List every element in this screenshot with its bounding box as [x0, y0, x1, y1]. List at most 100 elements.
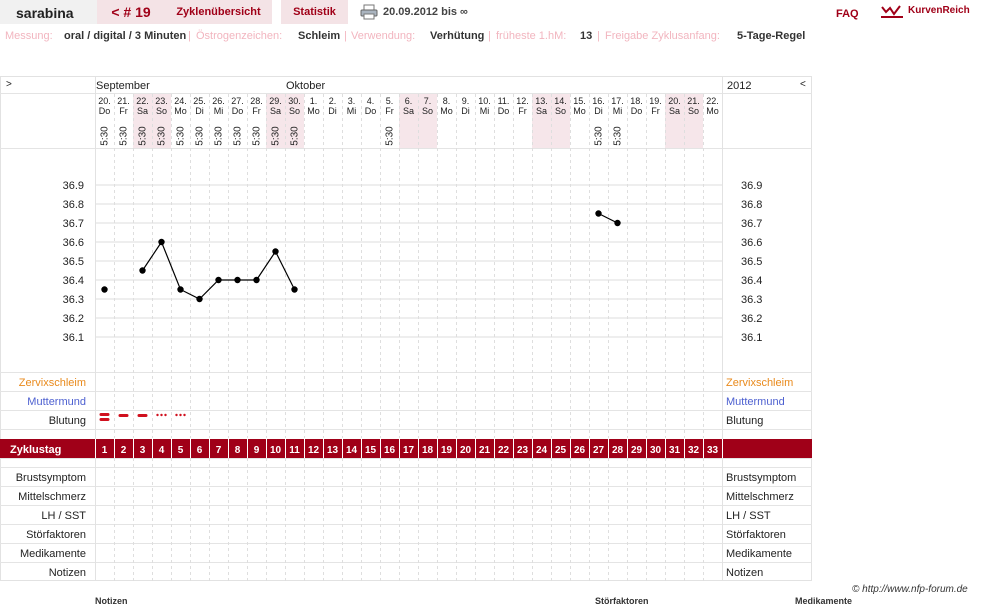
chart-frame — [0, 76, 812, 581]
day-date-label: 10. — [478, 96, 491, 106]
y-tick-right: 36.5 — [741, 256, 762, 268]
day-date-label: 1. — [310, 96, 318, 106]
y-tick-left: 36.2 — [63, 313, 84, 325]
earliest-label: früheste 1.hM: — [496, 30, 567, 42]
temperature-point — [234, 276, 241, 284]
day-weekday-label: Fr — [385, 106, 394, 116]
cycle-day-number: 22 — [498, 445, 510, 456]
cycle-day-number: 21 — [479, 445, 491, 456]
temperature-point — [196, 295, 203, 303]
y-tick-left: 36.8 — [63, 199, 84, 211]
day-date-label: 23. — [155, 96, 168, 106]
usage-value: Verhütung — [430, 30, 485, 42]
tab-statistics[interactable]: Statistik — [281, 0, 348, 24]
day-weekday-label: Do — [365, 106, 377, 116]
day-date-label: 30. — [288, 96, 301, 106]
day-date-label: 5. — [386, 96, 394, 106]
temperature-point — [272, 248, 279, 255]
day-date-label: 2. — [329, 96, 337, 106]
measure-time-label: 5:30 — [613, 126, 624, 146]
row-label-cervix: Zervixschleim — [19, 377, 86, 389]
brand-name: KurvenReich — [908, 5, 970, 16]
cycle-day-number: 27 — [593, 445, 605, 456]
cycle-day-number: 18 — [422, 445, 434, 456]
cycle-day-number: 30 — [650, 445, 662, 456]
day-weekday-label: Mi — [347, 106, 357, 116]
day-weekday-label: Fr — [119, 106, 128, 116]
cycle-day-number: 12 — [308, 445, 320, 456]
y-tick-left: 36.1 — [63, 332, 84, 344]
faq-link[interactable]: FAQ — [836, 8, 859, 20]
row-label-lh: LH / SST — [41, 510, 86, 522]
cycle-day-number: 11 — [289, 445, 300, 456]
tab-cycle-overview[interactable]: Zyklenübersicht — [165, 0, 272, 24]
row-label-right-stoer: Störfaktoren — [726, 529, 786, 541]
day-weekday-label: Fr — [518, 106, 527, 116]
bleeding-mark-light — [175, 413, 178, 417]
day-weekday-label: Mo — [174, 106, 187, 116]
day-date-label: 29. — [269, 96, 282, 106]
day-date-label: 17. — [611, 96, 624, 106]
day-date-label: 20. — [98, 96, 111, 106]
temperature-point — [158, 238, 165, 246]
cycle-day-number: 4 — [159, 445, 165, 456]
day-date-label: 6. — [405, 96, 413, 106]
day-weekday-label: Mi — [613, 106, 623, 116]
y-tick-left: 36.4 — [63, 275, 84, 287]
day-weekday-label: Sa — [137, 106, 148, 116]
measure-time-label: 5:30 — [252, 126, 263, 146]
cycle-chart: > <2012 September Oktober 20. Do 5:30 21. Fr 5:30… — [0, 76, 812, 581]
temperature-point — [177, 286, 184, 293]
username-tab[interactable]: sarabina — [0, 0, 97, 24]
y-tick-right: 36.2 — [741, 313, 762, 325]
cycle-day-label: Zyklustag — [10, 444, 61, 456]
cycle-day-number: 24 — [536, 445, 548, 456]
day-weekday-label: Do — [498, 106, 510, 116]
cycle-day-number: 1 — [102, 445, 108, 456]
day-weekday-label: Do — [99, 106, 111, 116]
brand-logo[interactable]: KurvenReich — [880, 2, 981, 20]
temperature-point — [139, 267, 146, 274]
day-weekday-label: Mo — [573, 106, 586, 116]
y-tick-left: 36.7 — [63, 218, 84, 230]
row-label-mittel: Mittelschmerz — [18, 491, 86, 503]
cycle-number-tab[interactable]: < # 19 — [97, 0, 165, 24]
day-date-label: 4. — [367, 96, 375, 106]
day-date-label: 18. — [630, 96, 643, 106]
bleeding-mark-medium — [118, 414, 129, 417]
cycle-day-number: 16 — [384, 445, 396, 456]
measure-time-label: 5:30 — [138, 126, 149, 146]
day-date-label: 21. — [117, 96, 130, 106]
year-label: 2012 — [727, 80, 751, 92]
cycle-day-number: 13 — [327, 445, 339, 456]
y-tick-right: 36.6 — [741, 237, 762, 249]
day-date-label: 22. — [706, 96, 719, 106]
measure-time-label: 5:30 — [176, 126, 187, 146]
day-date-label: 19. — [649, 96, 662, 106]
cycle-day-number: 10 — [270, 445, 282, 456]
cycle-day-number: 5 — [178, 445, 184, 456]
day-date-label: 14. — [554, 96, 567, 106]
row-label-mouth: Muttermund — [27, 396, 86, 408]
estrogen-value: Schleim — [298, 30, 341, 42]
cycle-day-number: 32 — [688, 445, 700, 456]
nav-next-arrow: < — [800, 79, 806, 90]
y-tick-right: 36.1 — [741, 332, 762, 344]
day-date-label: 8. — [443, 96, 451, 106]
footer-notes-heading: Notizen — [95, 596, 128, 606]
day-weekday-label: Do — [631, 106, 643, 116]
temperature-point — [101, 286, 108, 293]
earliest-value: 13 — [580, 30, 593, 42]
temperature-point — [215, 276, 222, 284]
temperature-point — [291, 286, 298, 293]
day-weekday-label: Do — [232, 106, 244, 116]
day-date-label: 9. — [462, 96, 470, 106]
day-date-label: 16. — [592, 96, 605, 106]
day-weekday-label: So — [688, 106, 699, 116]
bleeding-mark-light — [164, 413, 167, 417]
day-date-label: 12. — [516, 96, 529, 106]
usage-label: Verwendung: — [351, 30, 416, 42]
day-weekday-label: Mo — [440, 106, 453, 116]
row-label-right-mouth: Muttermund — [726, 396, 785, 408]
y-tick-right: 36.9 — [741, 180, 762, 192]
